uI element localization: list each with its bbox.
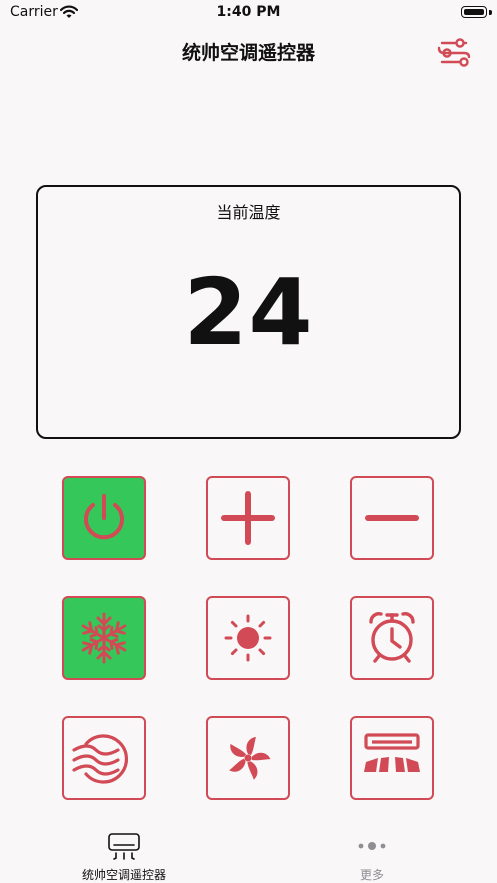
- temperature-panel: 当前温度 24: [36, 185, 461, 439]
- temperature-value: 24: [183, 259, 314, 366]
- tab-remote[interactable]: 统帅空调遥控器: [66, 826, 182, 883]
- tab-more[interactable]: 更多: [330, 826, 414, 883]
- snowflake-icon: [78, 612, 130, 664]
- timer-button[interactable]: [350, 596, 434, 680]
- air-conditioner-icon: [108, 833, 140, 860]
- power-icon: [84, 494, 124, 540]
- tab-more-label: 更多: [359, 868, 384, 882]
- fan-speed-button[interactable]: [206, 716, 290, 800]
- wind-icon: [72, 734, 129, 784]
- page-title: 统帅空调遥控器: [181, 42, 315, 64]
- dry-mode-button[interactable]: [62, 716, 146, 800]
- air-conditioner-swing-icon: [364, 733, 420, 772]
- cool-mode-button[interactable]: [62, 596, 146, 680]
- battery-tip: [489, 10, 492, 15]
- more-dots-icon: [358, 842, 386, 850]
- sliders-icon: [437, 38, 471, 67]
- heat-mode-button[interactable]: [206, 596, 290, 680]
- minus-icon: [365, 515, 419, 521]
- status-time: 1:40 PM: [216, 4, 281, 20]
- plus-icon: [221, 491, 275, 545]
- swing-button[interactable]: [350, 716, 434, 800]
- tab-remote-label: 统帅空调遥控器: [81, 868, 166, 882]
- temperature-label: 当前温度: [216, 203, 281, 222]
- battery-icon: [461, 6, 487, 18]
- temp-down-button[interactable]: [350, 476, 434, 560]
- alarm-clock-icon: [369, 612, 415, 663]
- settings-button[interactable]: [434, 33, 474, 71]
- status-bar: Carrier 1:40 PM: [0, 0, 497, 26]
- tab-bar: 统帅空调遥控器 更多: [0, 826, 497, 883]
- sun-icon: [224, 614, 272, 662]
- temp-up-button[interactable]: [206, 476, 290, 560]
- power-button[interactable]: [62, 476, 146, 560]
- fan-icon: [227, 737, 271, 780]
